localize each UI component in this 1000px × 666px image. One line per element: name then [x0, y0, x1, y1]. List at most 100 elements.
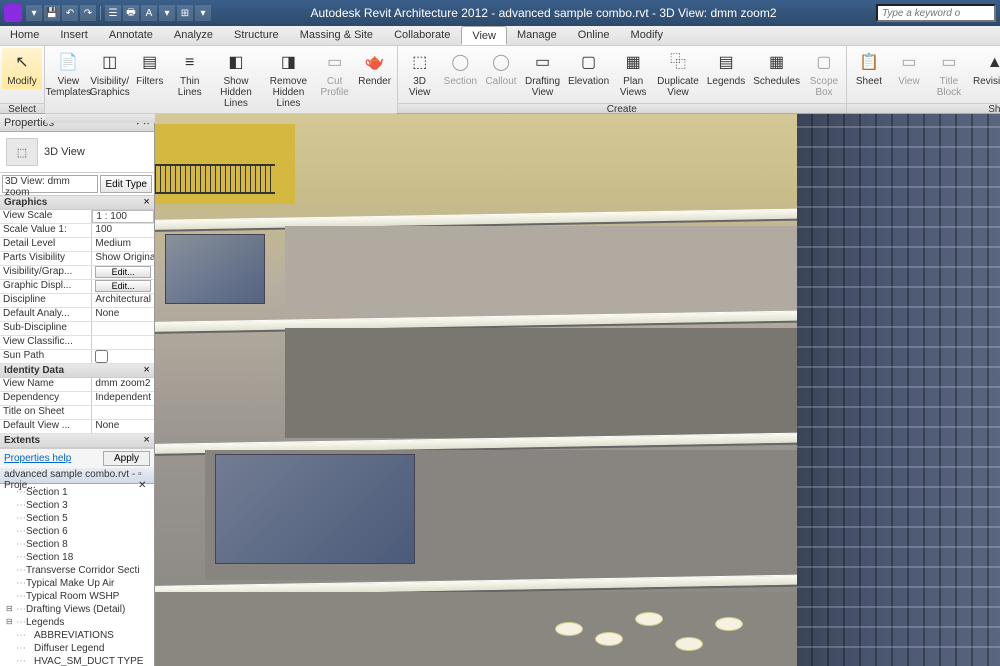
qat-btn[interactable]: ▾ — [195, 5, 211, 21]
duplicate-button[interactable]: ⿻DuplicateView — [653, 48, 703, 100]
instance-dropdown[interactable]: 3D View: dmm zoom — [2, 175, 98, 193]
qat-btn[interactable]: ▾ — [159, 5, 175, 21]
3d-viewport[interactable] — [155, 114, 1000, 666]
undo-icon[interactable]: ↶ — [62, 5, 78, 21]
schedules-button[interactable]: ▦Schedules — [749, 48, 804, 89]
drafting-button[interactable]: ▭DraftingView — [521, 48, 564, 100]
tree-item[interactable]: ⋯Typical Make Up Air — [2, 577, 152, 590]
sheet-button[interactable]: 📋Sheet — [849, 48, 889, 89]
properties-help-link[interactable]: Properties help — [4, 453, 71, 464]
tab-manage[interactable]: Manage — [507, 26, 568, 45]
render-button[interactable]: 🫖Render — [355, 48, 395, 89]
help-search-input[interactable] — [876, 4, 996, 22]
prop-value[interactable]: Architectural — [92, 294, 154, 307]
tree-item[interactable]: ⋯ABBREVIATIONS — [2, 629, 152, 642]
qat-btn[interactable]: 🖶 — [123, 5, 139, 21]
prop-value[interactable]: Show Original — [92, 252, 154, 265]
prop-section-graphics[interactable]: Graphics⨯ — [0, 196, 154, 210]
prop-value[interactable]: None — [92, 420, 154, 433]
tree-item[interactable]: ⋯Section 5 — [2, 512, 152, 525]
collapse-icon[interactable]: ⨯ — [143, 435, 150, 446]
prop-value[interactable] — [92, 336, 154, 349]
collapse-icon[interactable]: ⨯ — [143, 365, 150, 376]
tab-massing-site[interactable]: Massing & Site — [290, 26, 384, 45]
prop-value[interactable]: dmm zoom2 — [92, 378, 154, 391]
tree-item[interactable]: ⋯Section 8 — [2, 538, 152, 551]
tab-view[interactable]: View — [461, 26, 507, 45]
tree-item[interactable]: ⋯Transverse Corridor Secti — [2, 564, 152, 577]
prop-row[interactable]: View Scale1 : 100 — [0, 210, 154, 224]
thin-button[interactable]: ≡ThinLines — [170, 48, 210, 100]
tree-item[interactable]: ⋯Drafting Views (Detail) — [2, 603, 152, 616]
tree-item[interactable]: ⋯Section 3 — [2, 499, 152, 512]
tree-item[interactable]: ⋯Legends — [2, 616, 152, 629]
tree-item[interactable]: ⋯Diffuser Legend — [2, 642, 152, 655]
prop-row[interactable]: DisciplineArchitectural — [0, 294, 154, 308]
apply-button[interactable]: Apply — [103, 451, 150, 466]
prop-section-identity-data[interactable]: Identity Data⨯ — [0, 364, 154, 378]
prop-row[interactable]: Default Analy...None — [0, 308, 154, 322]
tab-online[interactable]: Online — [568, 26, 621, 45]
prop-value[interactable] — [92, 350, 154, 363]
revisions-button[interactable]: ▲Revisions — [969, 48, 1000, 89]
prop-row[interactable]: Visibility/Grap...Edit... — [0, 266, 154, 280]
prop-row[interactable]: Sub-Discipline — [0, 322, 154, 336]
prop-row[interactable]: Graphic Displ...Edit... — [0, 280, 154, 294]
tree-item[interactable]: ⋯Section 6 — [2, 525, 152, 538]
prop-value[interactable]: Independent — [92, 392, 154, 405]
prop-section-extents[interactable]: Extents⨯ — [0, 434, 154, 448]
edit-type-button[interactable]: Edit Type — [100, 175, 152, 193]
view-button[interactable]: 📄ViewTemplates — [47, 48, 90, 100]
tab-analyze[interactable]: Analyze — [164, 26, 224, 45]
plan-button[interactable]: ▦PlanViews — [613, 48, 653, 100]
qat-btn[interactable]: ⊞ — [177, 5, 193, 21]
prop-value[interactable]: 100 — [92, 224, 154, 237]
prop-row[interactable]: DependencyIndependent — [0, 392, 154, 406]
prop-row[interactable]: Default View ...None — [0, 420, 154, 434]
tab-insert[interactable]: Insert — [50, 26, 99, 45]
tab-annotate[interactable]: Annotate — [99, 26, 164, 45]
app-icon[interactable] — [4, 4, 22, 22]
legends-button[interactable]: ▤Legends — [703, 48, 749, 89]
panel-controls[interactable]: ▫ ✕ — [138, 469, 150, 482]
collapse-icon[interactable]: ⨯ — [143, 197, 150, 208]
prop-row[interactable]: Sun Path — [0, 350, 154, 364]
prop-value[interactable]: Medium — [92, 238, 154, 251]
prop-value[interactable]: None — [92, 308, 154, 321]
tree-item[interactable]: ⋯Typical Room WSHP — [2, 590, 152, 603]
remove-button[interactable]: ◨RemoveHidden Lines — [262, 48, 314, 111]
prop-value[interactable] — [92, 406, 154, 419]
open-icon[interactable]: ▾ — [26, 5, 42, 21]
prop-value[interactable]: Edit... — [92, 266, 154, 279]
-d-button[interactable]: ⬚3DView — [400, 48, 440, 100]
modify-button[interactable]: ↖Modify — [2, 48, 42, 89]
save-icon[interactable]: 💾 — [44, 5, 60, 21]
prop-row[interactable]: View Namedmm zoom2 — [0, 378, 154, 392]
show-button[interactable]: ◧ShowHidden Lines — [210, 48, 262, 111]
edit-button[interactable]: Edit... — [95, 280, 151, 292]
prop-value[interactable] — [92, 322, 154, 335]
redo-icon[interactable]: ↷ — [80, 5, 96, 21]
qat-btn[interactable]: ☰ — [105, 5, 121, 21]
tab-modify[interactable]: Modify — [621, 26, 674, 45]
tree-item[interactable]: ⋯Section 18 — [2, 551, 152, 564]
filters-button[interactable]: ▤Filters — [130, 48, 170, 89]
edit-button[interactable]: Edit... — [95, 266, 151, 278]
qat-btn[interactable]: A — [141, 5, 157, 21]
prop-value[interactable]: 1 : 100 — [92, 210, 154, 223]
tab-collaborate[interactable]: Collaborate — [384, 26, 461, 45]
prop-row[interactable]: Detail LevelMedium — [0, 238, 154, 252]
prop-row[interactable]: Title on Sheet — [0, 406, 154, 420]
type-selector[interactable]: ⬚ 3D View — [0, 132, 154, 173]
tree-item[interactable]: ⋯HVAC_SM_DUCT TYPE — [2, 655, 152, 666]
visibility--button[interactable]: ◫Visibility/Graphics — [90, 48, 130, 100]
prop-row[interactable]: Parts VisibilityShow Original — [0, 252, 154, 266]
prop-checkbox[interactable] — [95, 350, 108, 363]
tab-structure[interactable]: Structure — [224, 26, 290, 45]
prop-row[interactable]: View Classific... — [0, 336, 154, 350]
prop-value[interactable]: Edit... — [92, 280, 154, 293]
elevation-button[interactable]: ▢Elevation — [564, 48, 613, 89]
tab-home[interactable]: Home — [0, 26, 50, 45]
tree-item[interactable]: ⋯Section 1 — [2, 486, 152, 499]
prop-row[interactable]: Scale Value 1:100 — [0, 224, 154, 238]
